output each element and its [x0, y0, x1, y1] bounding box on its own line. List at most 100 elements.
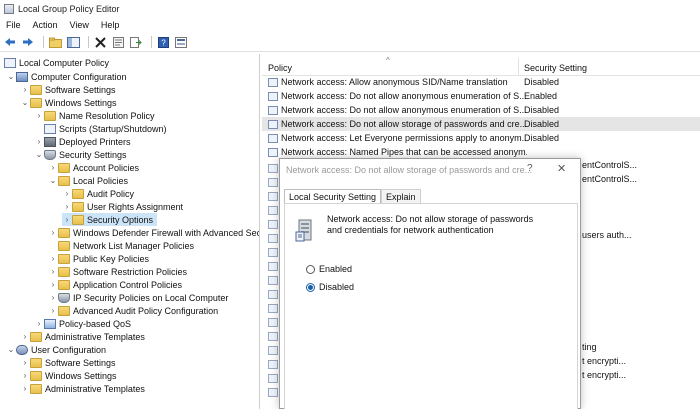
tree-node-label: User Rights Assignment	[87, 201, 184, 212]
enabled-radio-button[interactable]	[306, 264, 315, 274]
expand-chevron-icon[interactable]: ›	[62, 202, 72, 211]
column-divider[interactable]	[518, 58, 519, 76]
tab-local-security-setting[interactable]: Local Security Setting	[284, 189, 382, 203]
policy-item-icon	[268, 178, 278, 187]
delete-icon[interactable]	[93, 35, 107, 49]
help-icon[interactable]: ?	[156, 35, 170, 49]
expand-chevron-icon[interactable]: ›	[34, 319, 44, 328]
table-row[interactable]: Network access: Named Pipes that can be …	[262, 145, 700, 159]
tree-node-administrative-templates[interactable]: › Administrative Templates	[20, 330, 145, 343]
tree-node-local-computer-policy[interactable]: Local Computer Policy	[4, 56, 109, 69]
table-row[interactable]: Network access: Do not allow anonymous e…	[262, 103, 700, 117]
collapse-chevron-icon[interactable]: ⌄	[6, 345, 16, 354]
back-arrow-icon[interactable]	[3, 35, 17, 49]
tree-node-user-configuration[interactable]: ⌄ User Configuration	[6, 343, 106, 356]
tree-node-security-settings[interactable]: ⌄ Security Settings	[34, 148, 127, 161]
policy-item-icon	[268, 388, 278, 397]
expand-chevron-icon[interactable]: ›	[34, 137, 44, 146]
tree-node-label: Windows Settings	[45, 97, 117, 108]
console-tree[interactable]: Local Computer Policy ⌄ Computer Configu…	[0, 54, 260, 409]
tree-node-ip-security[interactable]: › IP Security Policies on Local Computer	[48, 291, 228, 304]
view-icon[interactable]	[174, 35, 188, 49]
menu-bar: File Action View Help	[0, 17, 700, 33]
expand-chevron-icon[interactable]: ›	[48, 306, 58, 315]
policy-setting: Disabled	[524, 77, 560, 87]
computer-icon	[16, 71, 28, 82]
tree-node-network-list-manager[interactable]: Network List Manager Policies	[48, 239, 194, 252]
forward-arrow-icon[interactable]	[21, 35, 35, 49]
tree-node-label: Account Policies	[73, 162, 140, 173]
up-folder-icon[interactable]	[48, 35, 62, 49]
expand-chevron-icon[interactable]: ›	[20, 358, 30, 367]
table-row[interactable]: Network access: Do not allow anonymous e…	[262, 89, 700, 103]
tree-node-software-settings[interactable]: › Software Settings	[20, 83, 116, 96]
expand-chevron-icon[interactable]: ›	[20, 85, 30, 94]
menu-file[interactable]: File	[0, 20, 27, 30]
disabled-radio-button[interactable]	[306, 282, 315, 292]
column-header-policy[interactable]: Policy	[268, 63, 292, 73]
disabled-radio-option[interactable]: Disabled	[306, 282, 354, 292]
tree-node-application-control[interactable]: › Application Control Policies	[48, 278, 182, 291]
tree-node-public-key-policies[interactable]: › Public Key Policies	[48, 252, 149, 265]
menu-help[interactable]: Help	[95, 20, 126, 30]
qos-chart-icon	[44, 318, 56, 329]
menu-view[interactable]: View	[64, 20, 95, 30]
tree-node-software-restriction[interactable]: › Software Restriction Policies	[48, 265, 187, 278]
expand-chevron-icon[interactable]: ›	[62, 189, 72, 198]
collapse-chevron-icon[interactable]: ⌄	[6, 72, 16, 81]
expand-chevron-icon[interactable]: ›	[20, 332, 30, 341]
tree-node-computer-configuration[interactable]: ⌄ Computer Configuration	[6, 70, 127, 83]
expand-chevron-icon[interactable]: ›	[48, 228, 58, 237]
tree-node-windows-settings[interactable]: ⌄ Windows Settings	[20, 96, 117, 109]
tree-node-security-options[interactable]: › Security Options	[62, 213, 158, 226]
tree-node-label: User Configuration	[31, 344, 107, 355]
column-header-security-setting[interactable]: Security Setting	[524, 63, 587, 73]
policy-setting: Disabled	[524, 133, 560, 143]
dialog-close-button[interactable]: ✕	[557, 162, 566, 175]
folder-icon	[58, 279, 70, 290]
tree-node-advanced-audit[interactable]: › Advanced Audit Policy Configuration	[48, 304, 218, 317]
folder-icon	[58, 227, 70, 238]
collapse-chevron-icon[interactable]: ⌄	[48, 176, 58, 185]
policy-item-icon	[268, 91, 278, 101]
expand-chevron-icon[interactable]: ›	[48, 280, 58, 289]
tree-node-user-software-settings[interactable]: › Software Settings	[20, 356, 116, 369]
dialog-help-button[interactable]: ?	[527, 163, 533, 174]
policy-properties-dialog[interactable]: Network access: Do not allow storage of …	[279, 158, 581, 409]
show-hide-tree-icon[interactable]	[66, 35, 80, 49]
policy-description: Network access: Do not allow storage of …	[327, 214, 534, 235]
tree-node-user-administrative-templates[interactable]: › Administrative Templates	[20, 382, 145, 395]
tree-node-account-policies[interactable]: › Account Policies	[48, 161, 139, 174]
tree-node-user-rights-assignment[interactable]: › User Rights Assignment	[62, 200, 183, 213]
tree-node-policy-based-qos[interactable]: › Policy-based QoS	[34, 317, 131, 330]
enabled-radio-option[interactable]: Enabled	[306, 264, 352, 274]
expand-chevron-icon[interactable]: ›	[20, 384, 30, 393]
tree-node-audit-policy[interactable]: › Audit Policy	[62, 187, 134, 200]
tree-node-user-windows-settings[interactable]: › Windows Settings	[20, 369, 117, 382]
expand-chevron-icon[interactable]: ›	[48, 254, 58, 263]
export-list-icon[interactable]	[129, 35, 143, 49]
policy-item-icon	[268, 206, 278, 215]
expand-chevron-icon[interactable]: ›	[48, 163, 58, 172]
table-row[interactable]: Network access: Let Everyone permissions…	[262, 131, 700, 145]
expand-chevron-icon[interactable]: ›	[48, 293, 58, 302]
menu-action[interactable]: Action	[27, 20, 64, 30]
policy-item-icon	[268, 105, 278, 115]
expand-chevron-icon[interactable]: ›	[20, 371, 30, 380]
tree-node-scripts[interactable]: Scripts (Startup/Shutdown)	[34, 122, 167, 135]
tree-node-windows-defender-firewall[interactable]: › Windows Defender Firewall with Advance…	[48, 226, 259, 239]
table-row[interactable]: Network access: Allow anonymous SID/Name…	[262, 75, 700, 89]
properties-icon[interactable]	[111, 35, 125, 49]
expand-chevron-icon[interactable]: ›	[48, 267, 58, 276]
tree-node-deployed-printers[interactable]: › Deployed Printers	[34, 135, 131, 148]
policy-item-icon	[268, 248, 278, 257]
table-row-selected[interactable]: Network access: Do not allow storage of …	[262, 117, 700, 131]
expand-chevron-icon[interactable]: ›	[34, 111, 44, 120]
tree-node-local-policies[interactable]: ⌄ Local Policies	[48, 174, 128, 187]
tab-explain[interactable]: Explain	[381, 189, 421, 203]
folder-icon	[58, 175, 70, 186]
collapse-chevron-icon[interactable]: ⌄	[34, 150, 44, 159]
tree-node-name-resolution-policy[interactable]: › Name Resolution Policy	[34, 109, 155, 122]
collapse-chevron-icon[interactable]: ⌄	[20, 98, 30, 107]
expand-chevron-icon[interactable]: ›	[62, 215, 72, 224]
